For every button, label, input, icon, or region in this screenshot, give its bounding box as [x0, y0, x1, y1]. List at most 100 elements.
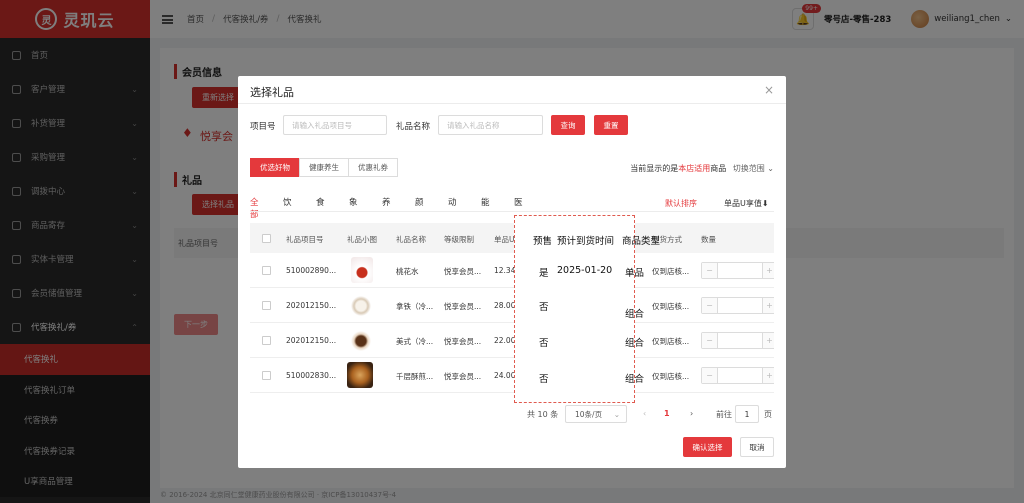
quantity-stepper[interactable]: − + — [701, 332, 774, 349]
gift-u-value: 24.00 — [494, 371, 516, 380]
scope-suffix: 商品 — [710, 164, 727, 173]
query-button[interactable]: 查询 — [551, 115, 585, 135]
quantity-stepper[interactable]: − + — [701, 262, 774, 279]
category-divider — [250, 211, 774, 212]
quantity-stepper[interactable]: − + — [701, 367, 774, 384]
table-row[interactable]: 202012150... 拿铁（冷... 悦享会员... 28.00 仅到店核.… — [250, 288, 774, 323]
goods-type: 组合 — [625, 338, 645, 349]
gift-name-input[interactable]: 请输入礼品名称 — [438, 115, 543, 135]
current-page[interactable]: 1 — [664, 409, 670, 418]
col-thumb: 礼品小图 — [347, 235, 377, 244]
table-row[interactable]: 510002830... 千层酥煎... 悦享会员... 24.00 仅到店核.… — [250, 358, 774, 393]
gift-level: 悦享会员... — [444, 267, 482, 276]
gift-code: 510002830... — [286, 371, 337, 380]
row-checkbox[interactable] — [262, 371, 271, 380]
eta-date: 2025-01-20 — [557, 265, 613, 276]
row-checkbox[interactable] — [262, 266, 271, 275]
reset-button[interactable]: 重置 — [594, 115, 628, 135]
gift-name: 桃花水 — [396, 267, 419, 276]
sort-u-value[interactable]: 单品U享值⬇ — [724, 198, 769, 209]
select-all-checkbox[interactable] — [262, 234, 271, 243]
item-no-label: 项目号 — [250, 122, 276, 132]
col-code: 礼品项目号 — [286, 235, 324, 244]
gift-name: 千层酥煎... — [396, 372, 434, 381]
switch-scope-label: 切换范围 — [732, 164, 765, 173]
col-qty: 数量 — [701, 235, 716, 244]
decrement-button[interactable]: − — [702, 333, 718, 348]
table-header: 礼品项目号 礼品小图 礼品名称 等级限制 单品U享值 提货方式 数量 — [250, 223, 774, 253]
item-no-input[interactable]: 请输入礼品项目号 — [283, 115, 387, 135]
gift-u-value: 22.00 — [494, 336, 516, 345]
gift-thumbnail — [349, 329, 373, 353]
chevron-down-icon: ⌄ — [613, 409, 620, 419]
decrement-button[interactable]: − — [702, 368, 718, 383]
presale-flag: 否 — [539, 338, 549, 349]
page-size-select[interactable]: 10条/页 ⌄ — [565, 405, 627, 423]
dialog-divider — [238, 103, 786, 104]
goods-type: 组合 — [625, 374, 645, 385]
gift-table: 礼品项目号 礼品小图 礼品名称 等级限制 单品U享值 提货方式 数量 51000… — [250, 223, 774, 405]
table-row[interactable]: 202012150... 美式（冷... 悦享会员... 22.00 仅到店核.… — [250, 323, 774, 358]
gift-pickup: 仅到店核... — [652, 337, 690, 346]
select-gift-dialog: 选择礼品 × 项目号 请输入礼品项目号 礼品名称 请输入礼品名称 查询 重置 优… — [238, 76, 786, 468]
close-icon[interactable]: × — [764, 83, 774, 97]
cancel-button[interactable]: 取消 — [740, 437, 774, 457]
goto-label: 前往 — [716, 410, 732, 419]
pagination-total: 共 10 条 — [527, 410, 559, 419]
dialog-title: 选择礼品 — [250, 86, 294, 99]
gift-level: 悦享会员... — [444, 337, 482, 346]
decrement-button[interactable]: − — [702, 298, 718, 313]
goods-type: 单品 — [625, 268, 645, 279]
prev-page-button[interactable]: ‹ — [643, 409, 646, 418]
scope-highlight: 本店适用 — [678, 164, 711, 173]
tab-coupons[interactable]: 优惠礼券 — [348, 158, 398, 177]
tab-health[interactable]: 健康养生 — [299, 158, 349, 177]
decrement-button[interactable]: − — [702, 263, 718, 278]
next-page-button[interactable]: › — [690, 409, 693, 418]
row-checkbox[interactable] — [262, 301, 271, 310]
quantity-input[interactable] — [718, 368, 762, 383]
col-name: 礼品名称 — [396, 235, 426, 244]
increment-button[interactable]: + — [762, 263, 774, 278]
gift-name: 美式（冷... — [396, 337, 434, 346]
quantity-input[interactable] — [718, 333, 762, 348]
scope-info: 当前显示的是本店适用商品 切换范围 ⌄ — [630, 163, 774, 174]
gift-u-value: 12.34 — [494, 266, 516, 275]
presale-flag: 是 — [539, 268, 549, 279]
quantity-stepper[interactable]: − + — [701, 297, 774, 314]
goto-unit: 页 — [764, 410, 772, 419]
gift-pickup: 仅到店核... — [652, 302, 690, 311]
col-level: 等级限制 — [444, 235, 474, 244]
increment-button[interactable]: + — [762, 368, 774, 383]
gift-pickup: 仅到店核... — [652, 267, 690, 276]
gift-thumbnail — [349, 294, 373, 318]
gift-name: 拿铁（冷... — [396, 302, 434, 311]
col-eta: 预计到货时间 — [557, 236, 615, 247]
sort-default[interactable]: 默认排序 — [665, 198, 697, 209]
goods-type: 组合 — [625, 309, 645, 320]
confirm-select-button[interactable]: 确认选择 — [683, 437, 732, 457]
quantity-input[interactable] — [718, 263, 762, 278]
row-checkbox[interactable] — [262, 336, 271, 345]
switch-scope-link[interactable]: 切换范围 ⌄ — [733, 164, 774, 173]
col-presale: 预售 — [533, 236, 553, 247]
gift-name-label: 礼品名称 — [396, 122, 431, 132]
gift-type-tabs: 优选好物 健康养生 优惠礼券 — [250, 158, 398, 177]
gift-u-value: 28.00 — [494, 301, 516, 310]
chevron-down-icon: ⌄ — [767, 164, 774, 173]
gift-level: 悦享会员... — [444, 372, 482, 381]
increment-button[interactable]: + — [762, 333, 774, 348]
gift-thumbnail — [351, 257, 373, 283]
gift-code: 510002890... — [286, 266, 337, 275]
gift-thumbnail — [347, 362, 373, 388]
table-row[interactable]: 510002890... 桃花水 悦享会员... 12.34 仅到店核... −… — [250, 253, 774, 288]
gift-code: 202012150... — [286, 301, 337, 310]
increment-button[interactable]: + — [762, 298, 774, 313]
quantity-input[interactable] — [718, 298, 762, 313]
page-size-value: 10条/页 — [575, 409, 603, 419]
tab-featured[interactable]: 优选好物 — [250, 158, 300, 177]
col-goods-type: 商品类型 — [622, 236, 661, 247]
gift-level: 悦享会员... — [444, 302, 482, 311]
gift-code: 202012150... — [286, 336, 337, 345]
goto-page-input[interactable]: 1 — [735, 405, 759, 423]
